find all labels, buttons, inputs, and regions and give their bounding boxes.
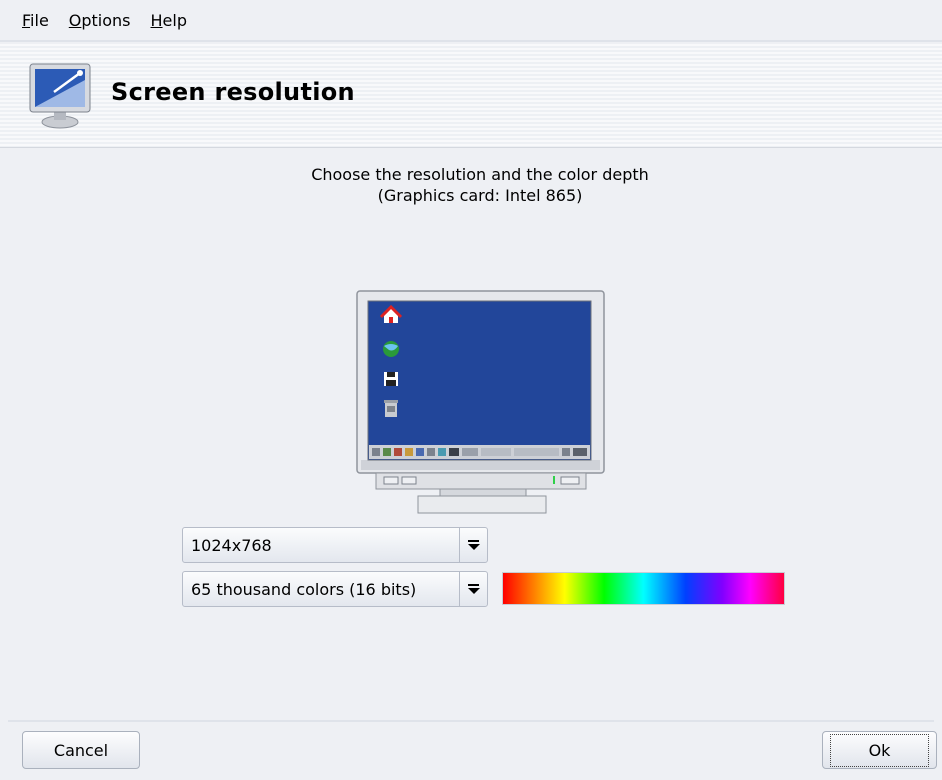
instructions-line-2: (Graphics card: Intel 865) xyxy=(377,186,583,205)
menu-file[interactable]: File xyxy=(22,11,49,30)
header-banner: Screen resolution xyxy=(0,44,942,148)
dropdown-arrow-icon[interactable] xyxy=(459,572,487,606)
resolution-select[interactable]: 1024x768 xyxy=(182,527,488,563)
floppy-icon xyxy=(384,372,398,386)
color-depth-value: 65 thousand colors (16 bits) xyxy=(191,579,417,599)
dropdown-arrow-icon[interactable] xyxy=(459,528,487,562)
divider xyxy=(8,720,934,722)
menu-bar: File Options Help xyxy=(0,0,942,42)
trash-icon xyxy=(384,400,398,417)
menu-help[interactable]: Help xyxy=(151,11,187,30)
globe-icon xyxy=(383,341,399,357)
monitor-settings-icon xyxy=(29,63,91,129)
ok-button-label: Ok xyxy=(829,733,930,767)
page-title: Screen resolution xyxy=(111,78,355,106)
instructions-line-1: Choose the resolution and the color dept… xyxy=(311,165,649,184)
color-depth-select[interactable]: 65 thousand colors (16 bits) xyxy=(182,571,488,607)
color-depth-preview xyxy=(502,572,785,605)
ok-button[interactable]: Ok xyxy=(822,731,937,769)
menu-options[interactable]: Options xyxy=(69,11,131,30)
cancel-button[interactable]: Cancel xyxy=(22,731,140,769)
resolution-value: 1024x768 xyxy=(191,535,272,555)
monitor-preview xyxy=(356,290,605,514)
instructions: Choose the resolution and the color dept… xyxy=(0,164,942,206)
